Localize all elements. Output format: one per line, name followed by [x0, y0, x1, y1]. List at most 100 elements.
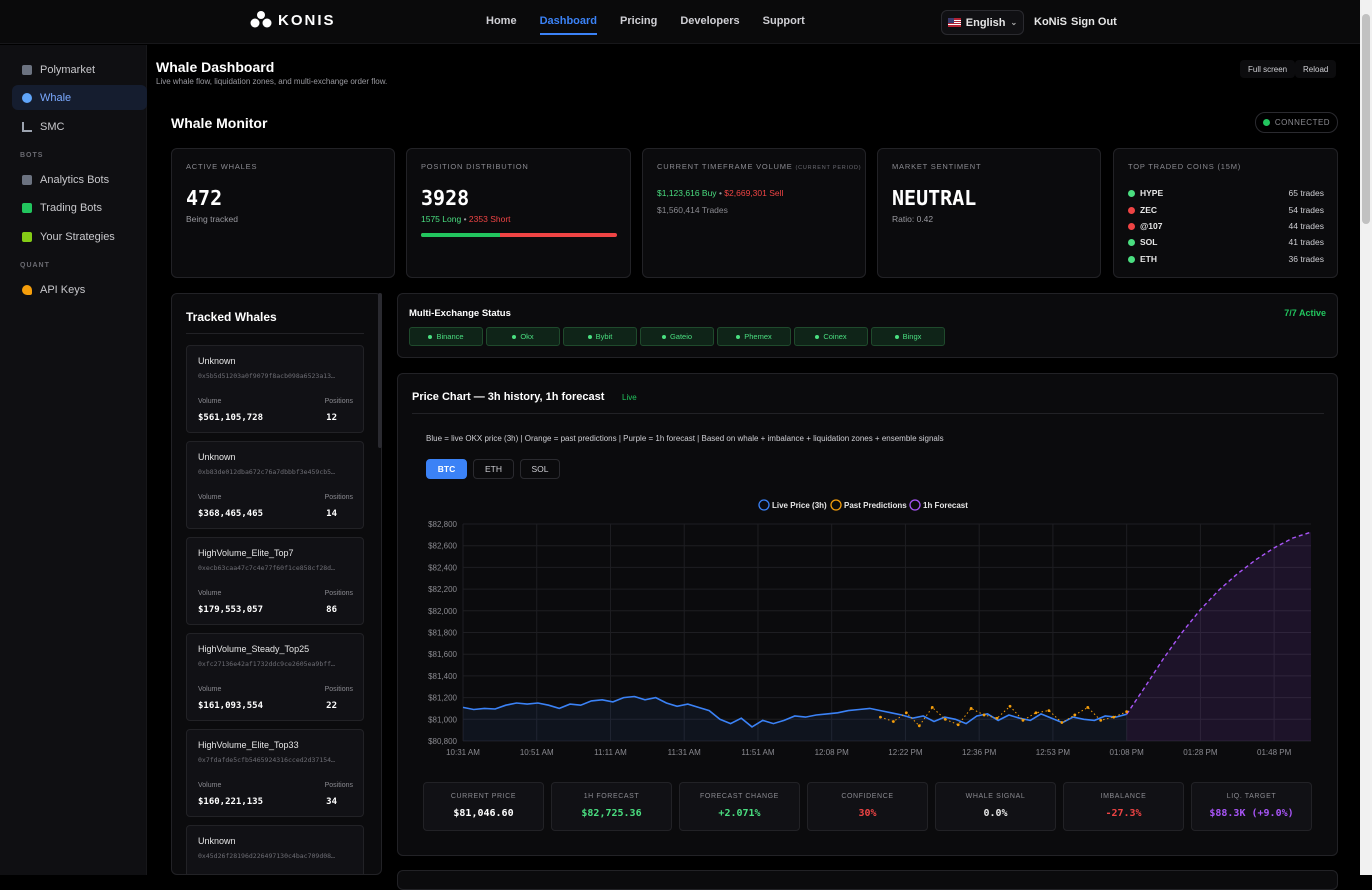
y-tick-label: $80,800: [428, 737, 457, 746]
past-prediction-point: [969, 707, 973, 710]
whale-name: Unknown: [198, 452, 236, 462]
exchange-name: Coinex: [823, 332, 847, 341]
past-prediction-point: [1086, 705, 1090, 709]
tab-eth[interactable]: ETH: [473, 459, 514, 479]
buy-volume: $1,123,616 Buy: [657, 188, 717, 198]
past-prediction-point: [982, 713, 986, 717]
whale-card[interactable]: HighVolume_Elite_Top33 0x7fdafde5cfb54659…: [186, 729, 364, 817]
stat-label: CONFIDENCE: [841, 793, 894, 800]
stat-forecast-change: FORECAST CHANGE +2.071%: [679, 782, 800, 831]
nav-home[interactable]: Home: [486, 15, 517, 35]
key-icon: [22, 284, 32, 295]
whale-volume: $368,465,465: [198, 509, 264, 519]
logo-icon: [250, 11, 272, 28]
y-tick-label: $82,800: [428, 520, 457, 529]
nav-developers[interactable]: Developers: [680, 15, 739, 35]
active-whales-card: ACTIVE WHALES 472 Being tracked: [171, 148, 395, 278]
top-traded-coins-card: TOP TRADED COINS (15M) HYPE 65 trades ZEC…: [1113, 148, 1338, 278]
line-chart-icon: [22, 121, 32, 132]
exchange-badge-coinex[interactable]: Coinex: [794, 327, 868, 346]
stat-value: $88.3K (+9.0%): [1209, 808, 1294, 819]
tab-btc[interactable]: BTC: [426, 459, 467, 479]
legend-swatch-icon: [758, 499, 770, 511]
price-chart-title: Price Chart — 3h history, 1h forecast: [412, 391, 605, 403]
trading-icon: [22, 202, 32, 213]
stat-value: 0.0%: [983, 808, 1008, 819]
exchange-name: Bybit: [595, 332, 613, 341]
sidebar-item-smc[interactable]: SMC: [12, 114, 147, 139]
sidebar-item-analytics-bots[interactable]: Analytics Bots: [12, 167, 147, 192]
legend-label: Live Price (3h): [772, 501, 827, 510]
price-chart-card: Price Chart — 3h history, 1h forecast Li…: [397, 373, 1338, 856]
position-total-value: 3928: [421, 186, 470, 210]
whale-card[interactable]: HighVolume_Steady_Top25 0xfc27136e42af173…: [186, 633, 364, 721]
nav-pricing[interactable]: Pricing: [620, 15, 657, 35]
sidebar: Polymarket Whale SMC BOTS Analytics Bots…: [0, 45, 147, 875]
nav-support[interactable]: Support: [763, 15, 805, 35]
exchange-badge-bybit[interactable]: Bybit: [563, 327, 637, 346]
tab-sol[interactable]: SOL: [520, 459, 560, 479]
trades-volume: $1,560,414 Trades: [657, 205, 728, 215]
sidebar-item-trading-bots[interactable]: Trading Bots: [12, 195, 147, 220]
exchange-badge-okx[interactable]: Okx: [486, 327, 560, 346]
tracked-whales-panel[interactable]: Tracked Whales Unknown 0x5b5d51203a0f9079…: [171, 293, 382, 875]
past-prediction-point: [1125, 710, 1129, 714]
x-tick-label: 11:11 AM: [594, 748, 627, 757]
separator: •: [718, 188, 722, 198]
past-prediction-point: [995, 716, 999, 720]
scrollbar-thumb[interactable]: [1362, 14, 1370, 224]
page-scrollbar[interactable]: [1360, 0, 1372, 875]
past-prediction-point: [1008, 704, 1012, 708]
sidebar-item-polymarket[interactable]: Polymarket: [12, 57, 147, 82]
y-tick-label: $81,200: [428, 694, 457, 703]
whale-card[interactable]: Unknown 0x5b5d51203a0f9079f8acb098a6523a1…: [186, 345, 364, 433]
nav-dashboard[interactable]: Dashboard: [539, 15, 598, 35]
tracked-whales-scrollbar[interactable]: [378, 293, 382, 448]
stat-whale-signal: WHALE SIGNAL 0.0%: [935, 782, 1056, 831]
next-card: [397, 870, 1338, 890]
positions-label: Positions: [324, 590, 353, 597]
exchange-badge-bingx[interactable]: Bingx: [871, 327, 945, 346]
exchanges-active-count: 7/7 Active: [1284, 308, 1326, 318]
x-tick-label: 10:31 AM: [446, 748, 480, 757]
position-distribution-card: POSITION DISTRIBUTION 3928 1575 Long • 2…: [406, 148, 631, 278]
exchange-badge-binance[interactable]: Binance: [409, 327, 483, 346]
sidebar-item-whale[interactable]: Whale: [12, 85, 147, 110]
language-select[interactable]: English ⌄: [941, 10, 1024, 35]
whale-card[interactable]: HighVolume_Elite_Top7 0xecb63caa47c7c4e77…: [186, 537, 364, 625]
whale-card[interactable]: Unknown 0x45d26f28196d226497130c4bac709d0…: [186, 825, 364, 874]
full-screen-button[interactable]: Full screen: [1240, 60, 1296, 78]
y-tick-label: $82,400: [428, 563, 457, 572]
status-dot-icon: [428, 334, 433, 339]
long-count: 1575 Long: [421, 214, 462, 224]
y-tick-label: $82,200: [428, 585, 457, 594]
exchange-badge-gateio[interactable]: Gateio: [640, 327, 714, 346]
page-title: Whale Dashboard: [156, 59, 275, 75]
reload-button[interactable]: Reload: [1295, 60, 1337, 78]
status-dot-icon: [736, 334, 741, 339]
sidebar-item-api-keys[interactable]: API Keys: [12, 277, 147, 302]
exchange-badge-phemex[interactable]: Phemex: [717, 327, 791, 346]
divider: [186, 333, 364, 334]
sign-out-link[interactable]: Sign Out: [1071, 16, 1117, 28]
status-dot-icon: [1262, 119, 1270, 126]
whale-icon: [22, 92, 32, 103]
user-name[interactable]: KoNiS: [1034, 16, 1067, 28]
sentiment-value: NEUTRAL: [892, 186, 977, 210]
positions-label: Positions: [324, 782, 353, 789]
logo[interactable]: KONIS: [250, 10, 336, 30]
sidebar-item-your-strategies[interactable]: Your Strategies: [12, 224, 147, 249]
coin-name: @107: [1140, 221, 1163, 231]
coin-trades: 65 trades: [1288, 188, 1324, 198]
bar-chart-icon: [22, 174, 32, 185]
price-chart[interactable]: $82,800 $82,600 $82,400 $82,200 $82,000 $81,8…: [398, 494, 1339, 764]
whale-volume: $160,221,135: [198, 797, 264, 807]
sidebar-item-label: Your Strategies: [40, 230, 115, 243]
whale-volume: $561,105,728: [198, 413, 264, 423]
whale-card[interactable]: Unknown 0xb83de012dba672c76a7dbbbf3e459cb…: [186, 441, 364, 529]
legend-swatch-icon: [830, 499, 842, 511]
forecast-area: [1126, 532, 1311, 741]
x-tick-label: 01:28 PM: [1183, 748, 1218, 757]
stat-value: $82,725.36: [581, 808, 642, 819]
whale-name: Unknown: [198, 836, 236, 846]
